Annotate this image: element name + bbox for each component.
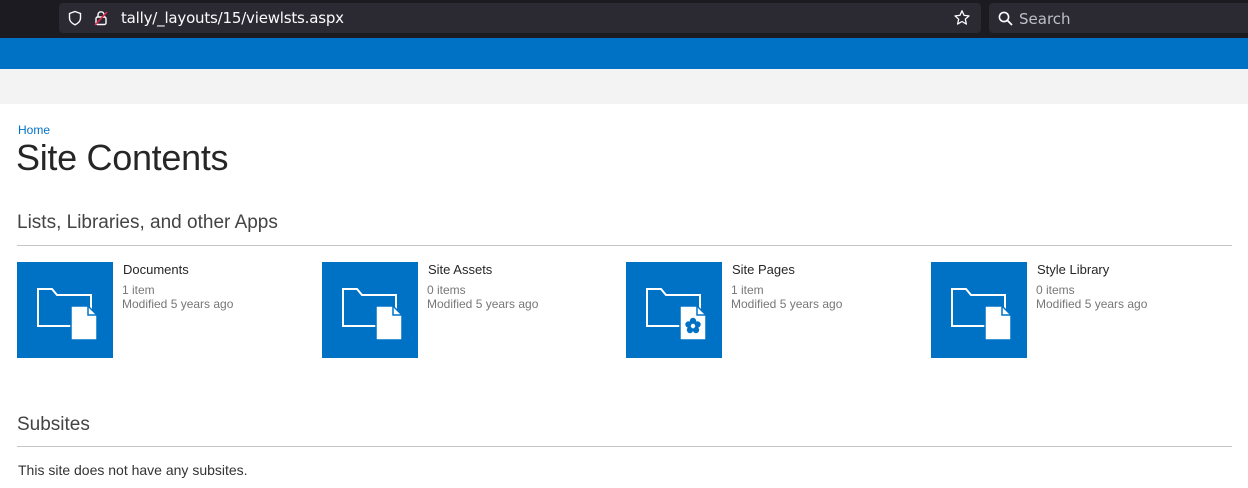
tile-name[interactable]: Site Pages	[732, 262, 795, 277]
tile-item-count: 1 item	[122, 283, 155, 297]
tracking-protection-shield-icon[interactable]	[67, 10, 83, 31]
tile-item-count: 1 item	[731, 283, 764, 297]
tile-item-count: 0 items	[1036, 283, 1075, 297]
section-divider	[17, 245, 1232, 246]
browser-search-box[interactable]: Search	[989, 3, 1248, 33]
url-text[interactable]: tally/_layouts/15/viewlsts.aspx	[121, 9, 344, 27]
app-tile-site-pages[interactable]: Site Pages 1 item Modified 5 years ago	[626, 262, 926, 358]
subsites-section-heading: Subsites	[17, 414, 90, 435]
document-library-icon[interactable]	[322, 262, 418, 358]
document-library-icon[interactable]	[931, 262, 1027, 358]
breadcrumb-home-link[interactable]: Home	[18, 123, 50, 137]
search-placeholder: Search	[1019, 10, 1071, 28]
tile-item-count: 0 items	[427, 283, 466, 297]
browser-toolbar: tally/_layouts/15/viewlsts.aspx Search	[0, 0, 1248, 38]
tile-name[interactable]: Documents	[123, 262, 189, 277]
no-subsites-message: This site does not have any subsites.	[18, 462, 248, 478]
tile-modified: Modified 5 years ago	[731, 297, 843, 311]
tile-modified: Modified 5 years ago	[427, 297, 539, 311]
tile-modified: Modified 5 years ago	[1036, 297, 1148, 311]
apps-section-heading: Lists, Libraries, and other Apps	[17, 212, 278, 233]
tile-name[interactable]: Style Library	[1037, 262, 1109, 277]
address-bar[interactable]: tally/_layouts/15/viewlsts.aspx	[59, 3, 981, 33]
document-library-icon[interactable]	[17, 262, 113, 358]
site-pages-library-icon[interactable]	[626, 262, 722, 358]
bookmark-star-icon[interactable]	[953, 9, 971, 32]
suite-bar	[0, 38, 1248, 69]
tile-modified: Modified 5 years ago	[122, 297, 234, 311]
app-tile-site-assets[interactable]: Site Assets 0 items Modified 5 years ago	[322, 262, 622, 358]
search-icon	[998, 11, 1013, 31]
page-title: Site Contents	[16, 137, 229, 178]
insecure-lock-icon[interactable]	[93, 10, 109, 31]
app-tile-style-library[interactable]: Style Library 0 items Modified 5 years a…	[931, 262, 1231, 358]
tile-name[interactable]: Site Assets	[428, 262, 492, 277]
app-tile-documents[interactable]: Documents 1 item Modified 5 years ago	[17, 262, 317, 358]
ribbon-bar	[0, 69, 1248, 104]
section-divider	[17, 446, 1232, 447]
